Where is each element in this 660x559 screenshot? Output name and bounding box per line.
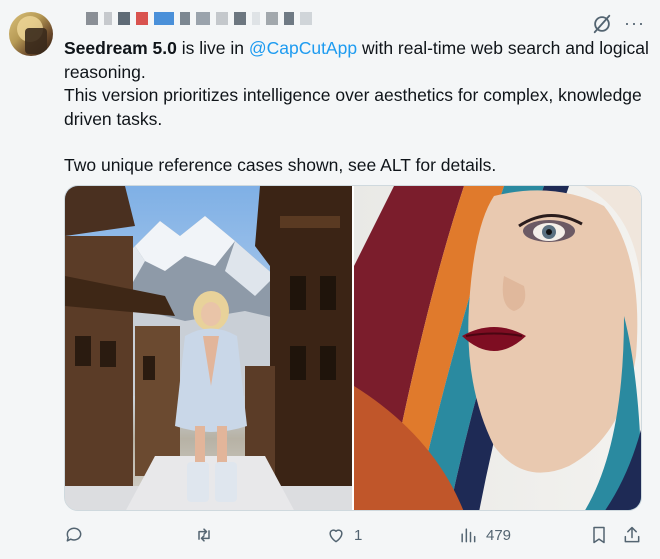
mountain-village-woman-image[interactable] (65, 186, 352, 510)
retweet-button[interactable] (194, 525, 214, 545)
bookmark-button[interactable] (589, 525, 609, 545)
tweet-card: ··· Seedream 5.0 is live in @CapCutApp w… (0, 0, 660, 559)
like-button[interactable]: 1 (326, 525, 362, 545)
name-pixel-block (154, 12, 174, 25)
author-name-pixelated[interactable] (86, 12, 312, 26)
grok-icon[interactable] (591, 13, 613, 35)
more-icon[interactable]: ··· (624, 13, 644, 33)
media-grid[interactable] (64, 185, 642, 511)
name-pixel-block (216, 12, 228, 25)
name-pixel-block (300, 12, 312, 25)
retweet-icon (198, 528, 210, 542)
name-pixel-block (104, 12, 112, 25)
avatar[interactable] (9, 12, 53, 56)
name-pixel-block (86, 12, 98, 25)
name-pixel-block (284, 12, 294, 25)
tweet-line-1: Seedream 5.0 is live in @CapCutApp with … (64, 37, 654, 84)
like-count: 1 (354, 526, 363, 544)
tweet-body: Seedream 5.0 is live in @CapCutApp with … (64, 37, 654, 178)
name-pixel-block (252, 12, 260, 25)
mention-link[interactable]: @CapCutApp (249, 38, 357, 58)
name-pixel-block (136, 12, 148, 25)
reply-icon (66, 527, 82, 542)
name-pixel-block (234, 12, 246, 25)
name-pixel-block (180, 12, 190, 25)
share-button[interactable] (622, 525, 642, 545)
tweet-text-segment: is live in (176, 38, 249, 58)
tweet-line-3: Two unique reference cases shown, see AL… (64, 155, 497, 175)
share-icon (624, 526, 640, 543)
name-pixel-block (196, 12, 210, 25)
name-pixel-block (266, 12, 278, 25)
tweet-line-2: This version prioritizes intelligence ov… (64, 85, 642, 129)
action-bar: 1 479 (64, 525, 646, 551)
views-button[interactable]: 479 (458, 525, 511, 545)
bookmark-icon (593, 526, 605, 544)
views-icon (461, 528, 476, 543)
brand-name: Seedream 5.0 (64, 38, 177, 58)
woman-headscarf-portrait-image[interactable] (354, 186, 641, 510)
portrait-scene (354, 186, 641, 510)
avatar-blur (25, 28, 47, 54)
heart-icon (329, 529, 343, 543)
reply-button[interactable] (64, 525, 84, 545)
views-count: 479 (486, 526, 512, 544)
name-pixel-block (118, 12, 130, 25)
mountain-scene (65, 186, 352, 510)
